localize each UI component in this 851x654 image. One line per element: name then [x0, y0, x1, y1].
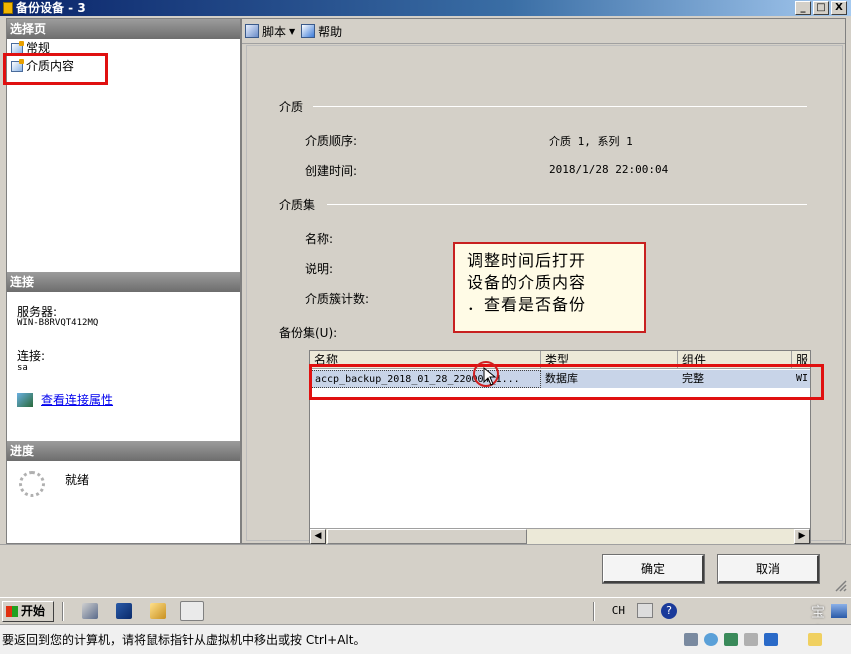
- server-manager-icon[interactable]: [82, 603, 98, 619]
- cancel-button[interactable]: 取消: [717, 554, 820, 584]
- maximize-button[interactable]: □: [813, 1, 829, 15]
- scroll-thumb[interactable]: [327, 529, 527, 544]
- select-page-header: 选择页: [7, 19, 240, 39]
- window-controls: _ □ X: [795, 1, 847, 15]
- view-connection-properties[interactable]: 查看连接属性: [17, 391, 113, 408]
- keyboard-icon[interactable]: [637, 603, 653, 618]
- language-indicator[interactable]: CH: [612, 604, 625, 617]
- script-label: 脚本: [262, 24, 287, 39]
- progress-status: 就绪: [65, 473, 90, 487]
- callout-line: ．查看是否备份: [467, 295, 587, 314]
- progress-header: 进度: [7, 441, 240, 461]
- message-log-icon[interactable]: [808, 633, 822, 646]
- sound-icon[interactable]: [764, 633, 778, 646]
- annotation-callout: 调整时间后打开 设备的介质内容 ．查看是否备份: [453, 242, 646, 333]
- printer-icon[interactable]: [744, 633, 758, 646]
- window-title: 备份设备 - 3: [16, 1, 86, 15]
- connection-value: sa: [17, 363, 28, 373]
- vm-status-bar: 要返回到您的计算机，请将鼠标指针从虚拟机中移出或按 Ctrl+Alt。: [0, 624, 851, 654]
- connection-label: 连接:: [17, 349, 46, 363]
- powershell-icon[interactable]: [116, 603, 132, 619]
- media-contents-panel: 介质 介质顺序: 介质 1, 系列 1 创建时间: 2018/1/28 22:0…: [246, 45, 843, 545]
- group-divider: [327, 204, 807, 205]
- chevron-down-icon: ▼: [289, 26, 296, 36]
- help-icon: [301, 24, 316, 38]
- status-message: 要返回到您的计算机，请将鼠标指针从虚拟机中移出或按 Ctrl+Alt。: [2, 633, 366, 647]
- created-time-label: 创建时间:: [305, 164, 358, 178]
- windows-logo-icon: [6, 606, 18, 617]
- media-set-group-label: 介质集: [279, 198, 316, 212]
- vm-screen: 备份设备 - 3 _ □ X 选择页 常规 介质内容 连接 服务器: WIN-B…: [0, 0, 851, 654]
- start-button[interactable]: 开始: [2, 601, 54, 622]
- taskbar: 开始 CH ? 宝宝聊IT: [0, 597, 851, 654]
- minimize-button[interactable]: _: [795, 1, 811, 15]
- media-family-count-label: 介质簇计数:: [305, 292, 370, 306]
- show-desktop-icon[interactable]: [831, 604, 847, 618]
- toolbar: 脚本 ▼ 帮助: [242, 19, 845, 44]
- ssms-taskbar-icon[interactable]: [180, 601, 204, 621]
- ok-button[interactable]: 确定: [602, 554, 705, 584]
- script-icon: [245, 24, 259, 38]
- media-set-description-label: 说明:: [305, 262, 334, 276]
- explorer-icon[interactable]: [150, 603, 166, 619]
- help-button[interactable]: 帮助: [301, 23, 342, 40]
- media-set-name-label: 名称:: [305, 232, 334, 246]
- left-pane: 选择页 常规 介质内容 连接 服务器: WIN-B8RVQT412MQ 连接: …: [3, 18, 241, 544]
- network-icon[interactable]: [724, 633, 738, 646]
- hard-disk-icon[interactable]: [684, 633, 698, 646]
- backup-device-icon: [3, 2, 13, 14]
- backup-sets-label: 备份集(U):: [279, 326, 338, 340]
- callout-line: 调整时间后打开: [467, 251, 587, 270]
- horizontal-scrollbar[interactable]: ◀ ▶: [310, 528, 810, 544]
- media-group-label: 介质: [279, 100, 304, 114]
- mouse-cursor-icon: [483, 367, 497, 386]
- callout-line: 设备的介质内容: [467, 273, 587, 292]
- connection-properties-icon: [17, 392, 33, 407]
- server-value: WIN-B8RVQT412MQ: [17, 318, 99, 328]
- page-icon: [11, 40, 24, 54]
- highlight-box: [309, 364, 824, 400]
- view-connection-properties-link[interactable]: 查看连接属性: [41, 391, 113, 408]
- close-button[interactable]: X: [831, 1, 847, 15]
- right-pane: 脚本 ▼ 帮助 介质 介质顺序: 介质 1, 系列 1 创建时间: 2018/1…: [241, 18, 846, 545]
- scroll-right-icon[interactable]: ▶: [794, 529, 810, 544]
- dialog-button-bar: 确定 取消: [0, 544, 851, 596]
- start-label: 开始: [21, 604, 46, 618]
- media-sequence-label: 介质顺序:: [305, 134, 358, 148]
- connection-header: 连接: [7, 272, 240, 292]
- help-icon[interactable]: ?: [661, 603, 677, 619]
- highlight-box: [3, 53, 108, 85]
- resize-grip-icon[interactable]: [835, 580, 847, 592]
- script-dropdown[interactable]: 脚本 ▼: [245, 23, 295, 40]
- window-titlebar[interactable]: 备份设备 - 3 _ □ X: [0, 0, 851, 16]
- cd-drive-icon[interactable]: [704, 633, 718, 646]
- media-sequence-value: 介质 1, 系列 1: [549, 135, 633, 148]
- group-divider: [313, 106, 807, 107]
- progress-spinner-icon: [19, 471, 45, 497]
- help-label: 帮助: [318, 24, 343, 39]
- taskbar-separator: [62, 602, 64, 621]
- scroll-left-icon[interactable]: ◀: [310, 529, 326, 544]
- created-time-value: 2018/1/28 22:00:04: [549, 163, 669, 176]
- taskbar-separator: [593, 602, 595, 621]
